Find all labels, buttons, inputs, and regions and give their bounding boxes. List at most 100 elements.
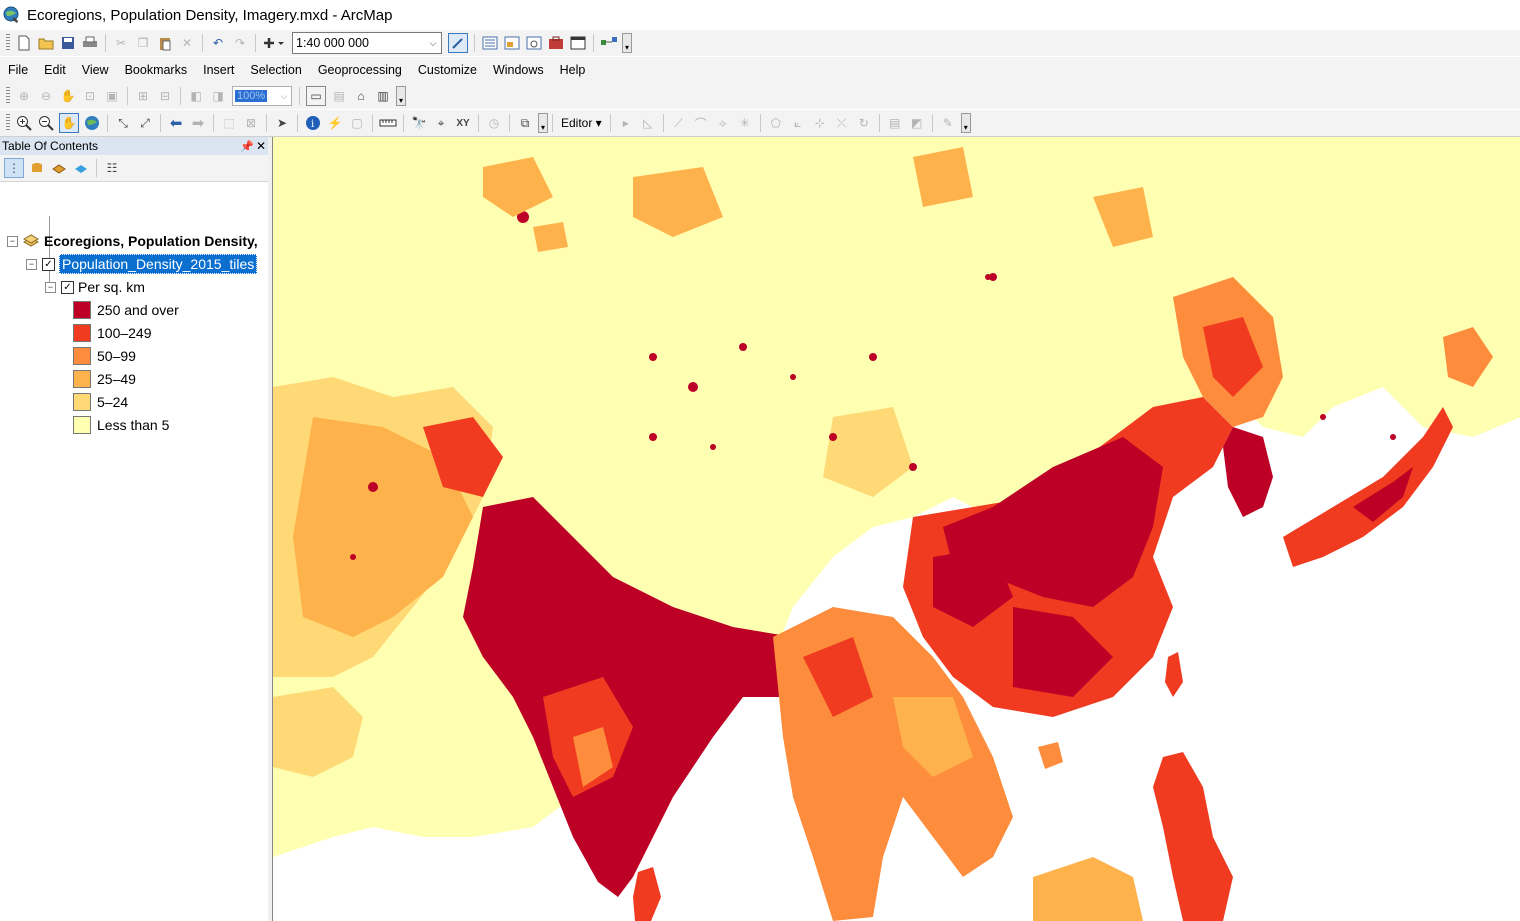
chevron-down-icon[interactable]: ⌵ <box>277 91 291 102</box>
change-layout-icon[interactable]: ⌂ <box>352 87 370 105</box>
legend-item[interactable]: 5–24 <box>73 391 128 413</box>
select-elements-arrow-icon[interactable]: ➤ <box>273 114 291 132</box>
menu-edit[interactable]: Edit <box>36 59 74 81</box>
clear-selection-icon[interactable]: ⊠ <box>242 114 260 132</box>
legend-item[interactable]: 25–49 <box>73 368 136 390</box>
edit-vertices-icon[interactable]: ⬠ <box>767 114 785 132</box>
reshape-feature-icon[interactable]: ⟀ <box>789 114 807 132</box>
map-display[interactable] <box>272 137 1520 921</box>
menu-customize[interactable]: Customize <box>410 59 485 81</box>
toolbar-grip[interactable] <box>6 114 10 132</box>
cut-icon[interactable]: ✂ <box>112 34 130 52</box>
chevron-down-icon[interactable]: ⌵ <box>422 38 441 49</box>
print-icon[interactable] <box>81 34 99 52</box>
zoom-in-page-icon[interactable]: ⊕ <box>15 87 33 105</box>
field-visibility-checkbox[interactable]: ✓ <box>61 280 74 294</box>
zoom-out-icon[interactable] <box>37 114 55 132</box>
copy-icon[interactable]: ❐ <box>134 34 152 52</box>
python-window-icon[interactable] <box>569 34 587 52</box>
add-data-icon[interactable] <box>262 34 286 52</box>
list-by-drawing-order-icon[interactable]: ⋮ <box>4 158 24 178</box>
layer-visibility-checkbox[interactable]: ✓ <box>42 257 55 271</box>
cut-polygons-icon[interactable]: ⊹ <box>811 114 829 132</box>
menu-bookmarks[interactable]: Bookmarks <box>117 59 196 81</box>
collapse-toggle-icon[interactable]: − <box>7 235 18 247</box>
go-to-xy-icon[interactable]: XY <box>454 114 472 132</box>
save-icon[interactable] <box>59 34 77 52</box>
find-binoculars-icon[interactable]: 🔭 <box>410 114 428 132</box>
toolbar-grip[interactable] <box>6 87 10 105</box>
redo-icon[interactable]: ↷ <box>231 34 249 52</box>
rotate-tool-icon[interactable]: ↻ <box>855 114 873 132</box>
table-of-contents-icon[interactable] <box>481 34 499 52</box>
html-popup-icon[interactable]: ▢ <box>348 114 366 132</box>
straight-segment-icon[interactable]: ⟋ <box>670 114 688 132</box>
layer-row[interactable]: − ✓ Population_Density_2015_tiles <box>26 253 258 275</box>
menu-file[interactable]: File <box>0 59 36 81</box>
fixed-zoom-in-page-icon[interactable]: ⊞ <box>134 87 152 105</box>
zoom-percent-combobox[interactable]: 100% ⌵ <box>232 86 292 106</box>
collapse-toggle-icon[interactable]: − <box>26 258 37 270</box>
field-row[interactable]: − ✓ Per sq. km <box>45 276 145 298</box>
next-page-extent-icon[interactable]: ◨ <box>209 87 227 105</box>
toolbar-grip[interactable] <box>6 34 10 52</box>
pan-hand-icon[interactable]: ✋ <box>59 113 79 133</box>
list-by-visibility-icon[interactable] <box>50 159 68 177</box>
end-point-arc-icon[interactable]: ⌒ <box>692 114 710 132</box>
menu-geoprocessing[interactable]: Geoprocessing <box>310 59 410 81</box>
fixed-zoom-out-icon[interactable]: ⤢ <box>136 114 154 132</box>
trace-icon[interactable]: ⟡ <box>714 114 732 132</box>
go-back-arrow-icon[interactable]: ⬅ <box>167 114 185 132</box>
edit-tool-icon[interactable]: ▸ <box>617 114 635 132</box>
select-features-icon[interactable]: ⬚ <box>220 114 238 132</box>
legend-item[interactable]: 250 and over <box>73 299 179 321</box>
toolbar-overflow-button[interactable]: ▾ <box>396 86 406 106</box>
menu-selection[interactable]: Selection <box>242 59 309 81</box>
attributes-icon[interactable]: ▤ <box>886 114 904 132</box>
zoom-whole-page-icon[interactable]: ⊡ <box>81 87 99 105</box>
zoom-out-page-icon[interactable]: ⊖ <box>37 87 55 105</box>
data-frame-row[interactable]: − Ecoregions, Population Density, <box>7 230 258 252</box>
map-scale-combobox[interactable]: 1:40 000 000 ⌵ <box>292 32 442 54</box>
menu-view[interactable]: View <box>74 59 117 81</box>
find-route-icon[interactable]: ⌖ <box>432 114 450 132</box>
paste-icon[interactable] <box>156 34 174 52</box>
create-viewer-window-icon[interactable]: ⧉ <box>516 114 534 132</box>
sketch-properties-icon[interactable]: ◩ <box>908 114 926 132</box>
model-builder-icon[interactable] <box>600 34 618 52</box>
focus-data-frame-icon[interactable]: ▤ <box>330 87 348 105</box>
editor-menu[interactable]: Editor ▾ <box>557 116 606 130</box>
pin-icon[interactable]: 📌 <box>240 140 254 153</box>
data-driven-pages-icon[interactable]: ▥ <box>374 87 392 105</box>
arctoolbox-icon[interactable] <box>547 34 565 52</box>
identify-icon[interactable]: i <box>304 114 322 132</box>
time-slider-icon[interactable]: ◷ <box>485 114 503 132</box>
toc-options-icon[interactable]: ☷ <box>103 159 121 177</box>
create-features-icon[interactable]: ✎ <box>939 114 957 132</box>
toolbar-overflow-button[interactable]: ▾ <box>960 113 971 133</box>
menu-windows[interactable]: Windows <box>485 59 552 81</box>
fixed-zoom-in-icon[interactable]: ⤡ <box>114 114 132 132</box>
zoom-in-icon[interactable] <box>15 114 33 132</box>
search-window-icon[interactable] <box>525 34 543 52</box>
toggle-draft-mode-icon[interactable]: ▭ <box>306 86 326 106</box>
open-folder-icon[interactable] <box>37 34 55 52</box>
new-document-icon[interactable] <box>15 34 33 52</box>
list-by-selection-icon[interactable] <box>72 159 90 177</box>
toolbar-overflow-button[interactable]: ▾ <box>538 113 548 133</box>
list-by-source-icon[interactable] <box>28 159 46 177</box>
hyperlink-icon[interactable]: ⚡ <box>326 114 344 132</box>
full-extent-globe-icon[interactable] <box>83 114 101 132</box>
delete-icon[interactable]: ✕ <box>178 34 196 52</box>
previous-page-extent-icon[interactable]: ◧ <box>187 87 205 105</box>
point-icon[interactable]: ✳ <box>736 114 754 132</box>
menu-help[interactable]: Help <box>552 59 594 81</box>
close-icon[interactable]: ✕ <box>254 139 268 153</box>
pan-page-icon[interactable]: ✋ <box>59 87 77 105</box>
collapse-toggle-icon[interactable]: − <box>45 281 56 293</box>
legend-item[interactable]: Less than 5 <box>73 414 169 436</box>
undo-icon[interactable]: ↶ <box>209 34 227 52</box>
fixed-zoom-out-page-icon[interactable]: ⊟ <box>156 87 174 105</box>
menu-insert[interactable]: Insert <box>195 59 242 81</box>
editor-toolbar-icon[interactable] <box>448 33 468 53</box>
